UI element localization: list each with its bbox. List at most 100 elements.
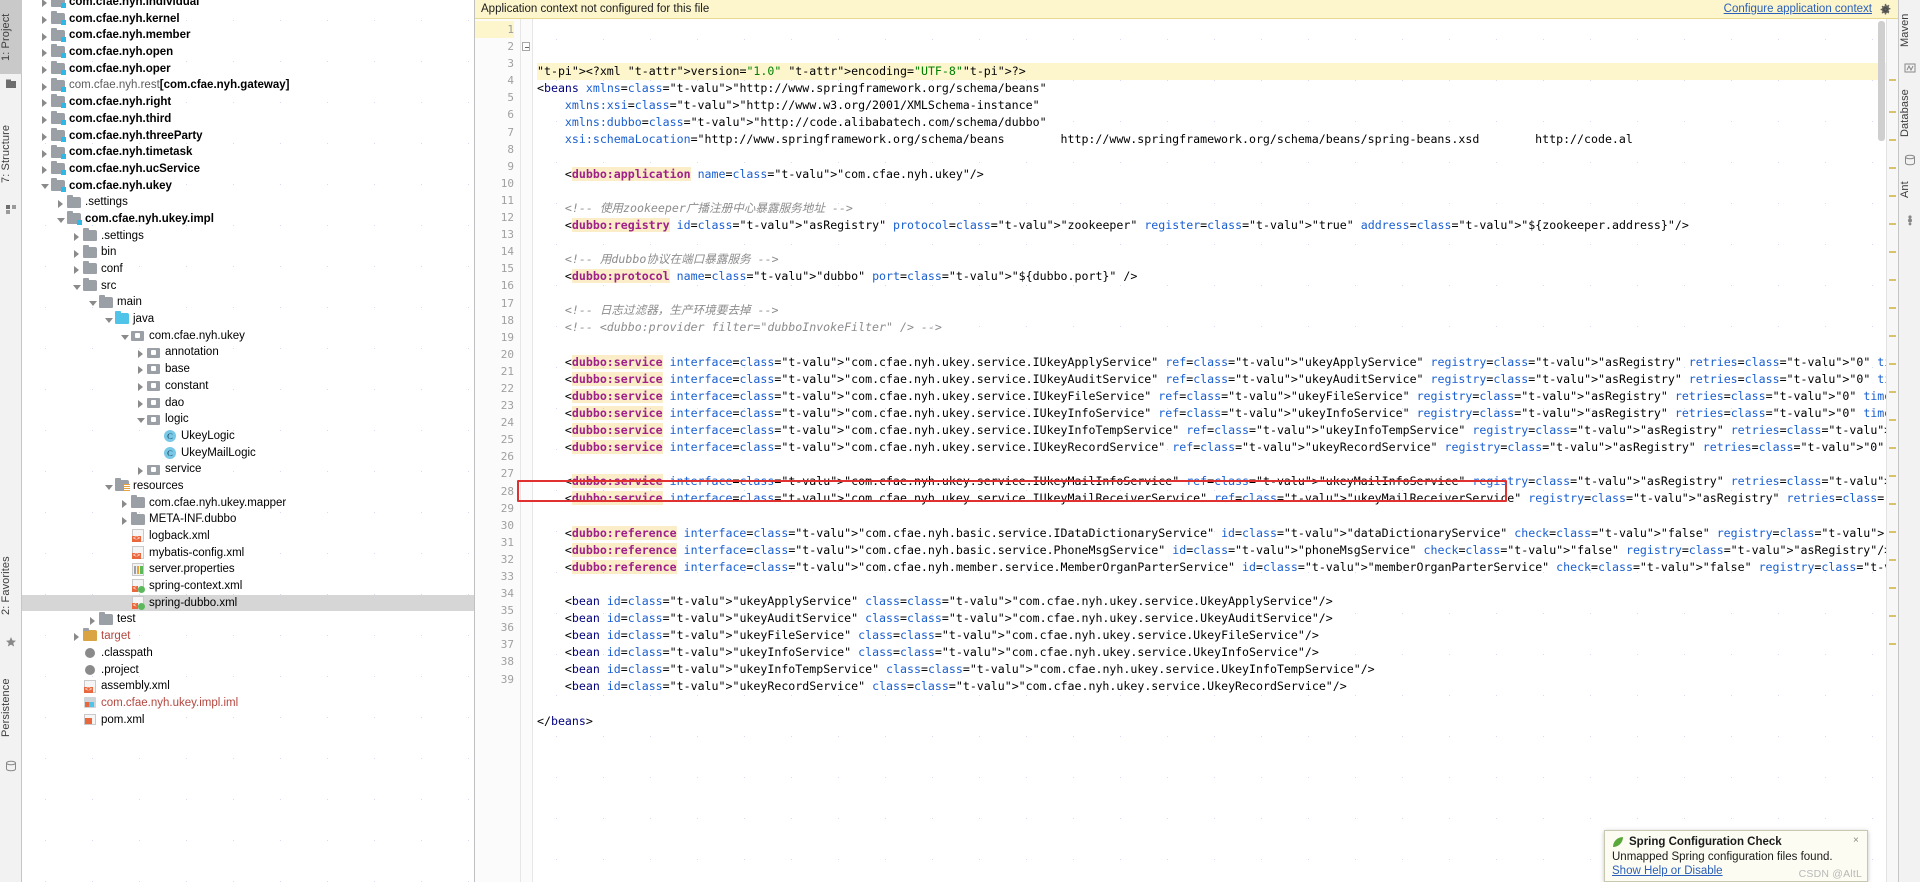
tree-item-com-cfae-nyh-ucservice[interactable]: com.cfae.nyh.ucService bbox=[22, 161, 474, 178]
tree-expand-arrow[interactable] bbox=[40, 164, 51, 175]
code-line[interactable] bbox=[537, 285, 1898, 302]
fold-slot[interactable] bbox=[521, 124, 532, 141]
tree-item-base[interactable]: base bbox=[22, 361, 474, 378]
code-line[interactable]: </beans> bbox=[537, 713, 1898, 730]
tree-item-com-cfae-nyh-ukey-mapper[interactable]: com.cfae.nyh.ukey.mapper bbox=[22, 494, 474, 512]
fold-slot[interactable] bbox=[521, 209, 532, 226]
code-line[interactable]: xmlns:xsi=class="t-valu">"http://www.w3.… bbox=[537, 97, 1898, 114]
code-line[interactable] bbox=[537, 576, 1898, 593]
code-line[interactable]: <beans xmlns=class="t-valu">"http://www.… bbox=[537, 80, 1898, 97]
tree-expand-arrow[interactable] bbox=[136, 397, 147, 408]
code-line[interactable] bbox=[537, 456, 1898, 473]
fold-slot[interactable] bbox=[521, 106, 532, 123]
tree-expand-arrow[interactable] bbox=[72, 648, 83, 659]
fold-slot[interactable] bbox=[521, 329, 532, 346]
tree-expand-arrow[interactable] bbox=[88, 614, 99, 625]
tree-item-test[interactable]: test bbox=[22, 611, 474, 628]
fold-toggle-icon[interactable] bbox=[522, 42, 530, 52]
tree-item-com-cfae-nyh-individual[interactable]: com.cfae.nyh.individual bbox=[22, 0, 474, 11]
code-content[interactable]: "t-pi"><?xml "t-attr">version="1.0" "t-a… bbox=[533, 19, 1898, 882]
tree-expand-arrow[interactable] bbox=[152, 447, 163, 458]
tree-item-resources[interactable]: resources bbox=[22, 478, 474, 495]
code-line[interactable]: <bean id=class="t-valu">"ukeyAuditServic… bbox=[537, 610, 1898, 627]
code-line[interactable]: <dubbo:service interface=class="t-valu">… bbox=[537, 371, 1898, 388]
code-line[interactable]: "t-pi"><?xml "t-attr">version="1.0" "t-a… bbox=[537, 63, 1898, 81]
tree-item-com-cfae-nyh-right[interactable]: com.cfae.nyh.right bbox=[22, 94, 474, 111]
tree-item-com-cfae-nyh-ukey[interactable]: com.cfae.nyh.ukey bbox=[22, 328, 474, 345]
code-line[interactable] bbox=[537, 337, 1898, 354]
sidebar-tab-ant[interactable]: Ant bbox=[1899, 170, 1920, 210]
code-line[interactable]: <dubbo:service interface=class="t-valu">… bbox=[537, 473, 1898, 490]
tree-expand-arrow[interactable] bbox=[120, 598, 131, 609]
fold-slot[interactable] bbox=[521, 397, 532, 414]
tree-item-com-cfae-nyh-oper[interactable]: com.cfae.nyh.oper bbox=[22, 61, 474, 78]
code-line[interactable]: <dubbo:service interface=class="t-valu">… bbox=[537, 388, 1898, 405]
tree-expand-arrow[interactable] bbox=[120, 331, 131, 342]
code-line[interactable]: <dubbo:reference interface=class="t-valu… bbox=[537, 542, 1898, 559]
tree-expand-arrow[interactable] bbox=[120, 514, 131, 525]
tree-item-com-cfae-nyh-ukey-impl[interactable]: com.cfae.nyh.ukey.impl bbox=[22, 211, 474, 228]
editor-scrollbar-thumb[interactable] bbox=[1878, 21, 1885, 141]
tree-expand-arrow[interactable] bbox=[120, 497, 131, 508]
sidebar-tab-favorites[interactable]: 2: Favorites bbox=[0, 540, 22, 632]
tree-expand-arrow[interactable] bbox=[40, 64, 51, 75]
tree-item-src[interactable]: src bbox=[22, 278, 474, 295]
tree-item-logic[interactable]: logic bbox=[22, 411, 474, 428]
tree-item-server-properties[interactable]: server.properties bbox=[22, 561, 474, 578]
tree-item-bin[interactable]: bin bbox=[22, 244, 474, 261]
fold-slot[interactable] bbox=[521, 72, 532, 89]
tree-item-mybatis-config-xml[interactable]: mybatis-config.xml bbox=[22, 545, 474, 562]
code-line[interactable]: <dubbo:service interface=class="t-valu">… bbox=[537, 422, 1898, 439]
tree-expand-arrow[interactable] bbox=[72, 714, 83, 725]
sidebar-tab-maven[interactable]: Maven bbox=[1899, 2, 1920, 58]
tree-item--classpath[interactable]: .classpath bbox=[22, 645, 474, 662]
tree-expand-arrow[interactable] bbox=[136, 347, 147, 358]
fold-slot[interactable] bbox=[521, 243, 532, 260]
sidebar-tab-database[interactable]: Database bbox=[1899, 76, 1920, 150]
tree-item-com-cfae-nyh-open[interactable]: com.cfae.nyh.open bbox=[22, 44, 474, 61]
fold-slot[interactable] bbox=[521, 568, 532, 585]
code-line[interactable]: <dubbo:service interface=class="t-valu">… bbox=[537, 439, 1898, 456]
code-line[interactable] bbox=[537, 507, 1898, 524]
code-line[interactable]: <dubbo:service interface=class="t-valu">… bbox=[537, 405, 1898, 422]
fold-slot[interactable] bbox=[521, 380, 532, 397]
sidebar-tab-project[interactable]: 1: Project bbox=[0, 0, 22, 74]
tree-item-com-cfae-nyh-third[interactable]: com.cfae.nyh.third bbox=[22, 111, 474, 128]
sidebar-tab-structure[interactable]: 7: Structure bbox=[0, 108, 22, 200]
tree-item-spring-context-xml[interactable]: spring-context.xml bbox=[22, 578, 474, 595]
fold-slot[interactable] bbox=[521, 226, 532, 243]
fold-slot[interactable] bbox=[521, 158, 532, 175]
tree-item-java[interactable]: java bbox=[22, 311, 474, 328]
tree-expand-arrow[interactable] bbox=[120, 581, 131, 592]
tree-expand-arrow[interactable] bbox=[136, 381, 147, 392]
error-marker-bar[interactable] bbox=[1886, 19, 1898, 882]
tree-item-assembly-xml[interactable]: assembly.xml bbox=[22, 678, 474, 695]
tree-expand-arrow[interactable] bbox=[40, 130, 51, 141]
tree-expand-arrow[interactable] bbox=[120, 548, 131, 559]
tree-expand-arrow[interactable] bbox=[72, 698, 83, 709]
tree-expand-arrow[interactable] bbox=[40, 80, 51, 91]
project-tree[interactable]: com.cfae.nyh.individual com.cfae.nyh.kern… bbox=[22, 0, 474, 729]
tree-expand-arrow[interactable] bbox=[40, 147, 51, 158]
fold-slot[interactable] bbox=[521, 636, 532, 653]
tree-expand-arrow[interactable] bbox=[40, 114, 51, 125]
tree-item-com-cfae-nyh-member[interactable]: com.cfae.nyh.member bbox=[22, 27, 474, 44]
tree-item-ukeymaillogic[interactable]: C UkeyMailLogic bbox=[22, 445, 474, 462]
tree-item-dao[interactable]: dao bbox=[22, 395, 474, 412]
code-line[interactable]: <dubbo:service interface=class="t-valu">… bbox=[537, 354, 1898, 371]
fold-slot[interactable] bbox=[521, 431, 532, 448]
tree-expand-arrow[interactable] bbox=[40, 47, 51, 58]
tree-item-pom-xml[interactable]: pom.xml bbox=[22, 712, 474, 729]
fold-slot[interactable] bbox=[521, 500, 532, 517]
fold-slot[interactable] bbox=[521, 175, 532, 192]
tree-expand-arrow[interactable] bbox=[72, 247, 83, 258]
tree-expand-arrow[interactable] bbox=[152, 431, 163, 442]
tree-expand-arrow[interactable] bbox=[72, 230, 83, 241]
tree-item-main[interactable]: main bbox=[22, 294, 474, 311]
tree-item-target[interactable]: target bbox=[22, 628, 474, 645]
tree-item-conf[interactable]: conf bbox=[22, 261, 474, 278]
tree-expand-arrow[interactable] bbox=[72, 681, 83, 692]
tree-expand-arrow[interactable] bbox=[40, 97, 51, 108]
tree-expand-arrow[interactable] bbox=[136, 464, 147, 475]
tree-item-meta-inf-dubbo[interactable]: META-INF.dubbo bbox=[22, 511, 474, 528]
